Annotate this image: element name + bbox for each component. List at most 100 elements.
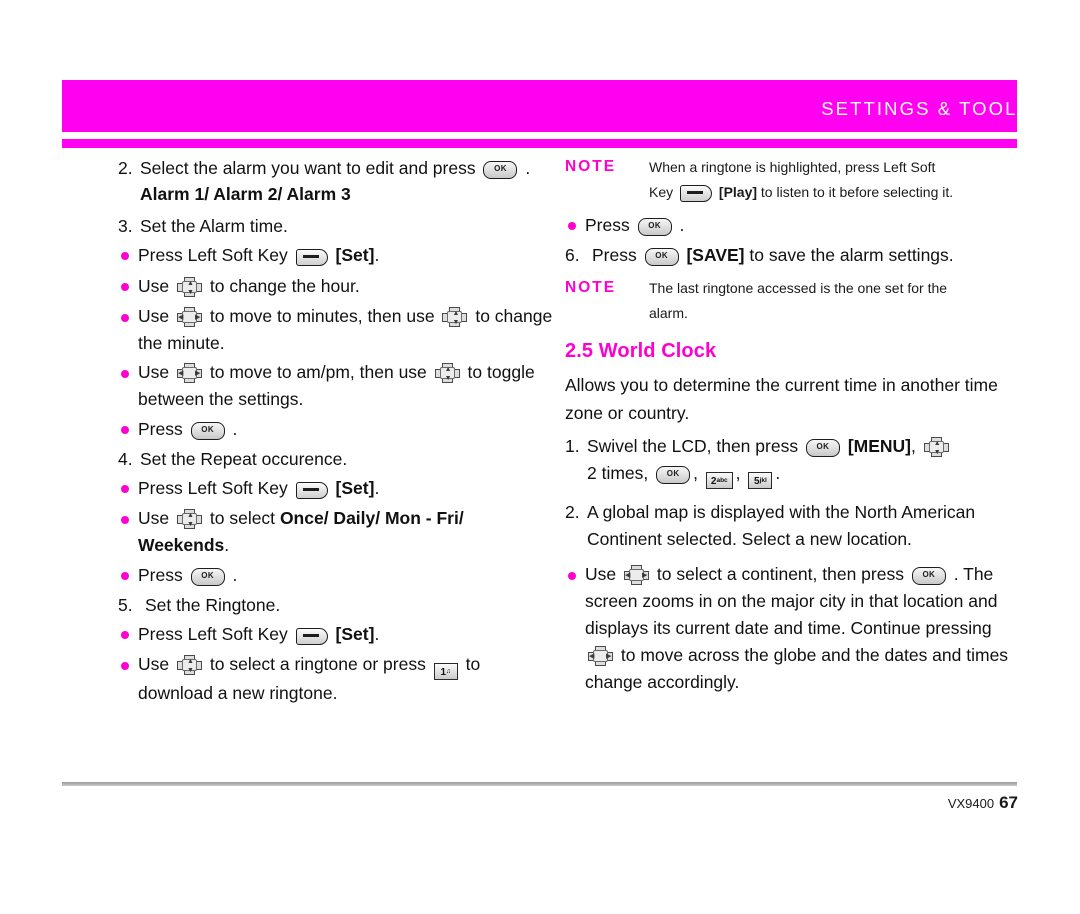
bullet-move-minutes: Use ◀ ▶ to move to minutes, then use ▲ ▼ t… xyxy=(118,303,558,357)
bullet-select-continent: Use ◀ ▶ to select a continent, then press… xyxy=(565,561,1020,696)
left-soft-key-icon xyxy=(295,249,328,266)
ok-key-icon xyxy=(644,248,679,266)
step-6: 6. Press [SAVE] to save the alarm settin… xyxy=(565,242,1020,268)
bullet-5-text-b: . xyxy=(232,419,238,439)
page-title: SETTINGS & TOOLS xyxy=(821,98,1032,119)
bullet-press-soft-key-set-2: Press Left Soft Key [Set]. xyxy=(118,474,558,503)
step-4-text: Set the Repeat occurence. xyxy=(140,449,348,469)
step-2-text-b: . xyxy=(525,158,531,178)
wc-step-1-sep-1: , xyxy=(693,463,699,483)
bullet-2-text-a: Use xyxy=(138,276,170,296)
model-name: VX9400 xyxy=(947,796,995,811)
bullet-1-text-b: . xyxy=(374,245,380,265)
bullet-select-repeat: Use ▲ ▼ to select Once/ Daily/ Mon - Fri/… xyxy=(118,505,558,559)
play-label: [Play] xyxy=(718,184,758,200)
left-soft-key-icon xyxy=(295,628,328,645)
step-4-number: 4. xyxy=(118,449,133,469)
bullet-dot xyxy=(565,211,585,240)
bullet-dot xyxy=(118,505,138,534)
bullet-dot xyxy=(118,415,138,444)
bullet-9-text-b: . xyxy=(374,624,380,644)
bullet-4-text-b: to move to am/pm, then use xyxy=(209,362,427,382)
step-2-number: 2. xyxy=(118,158,133,178)
repeat-options-2: Weekends xyxy=(138,535,225,555)
right-column: NOTE When a ringtone is highlighted, pre… xyxy=(565,155,1020,698)
wc-step-1-text-b: 2 times, xyxy=(587,463,649,483)
note-block-2: NOTE The last ringtone accessed is the o… xyxy=(565,276,1020,326)
wc-step-2: 2. A global map is displayed with the No… xyxy=(565,499,1020,553)
step-6-number: 6. xyxy=(565,245,580,265)
set-label-1: [Set] xyxy=(335,245,375,265)
wc-step-1-end: . xyxy=(775,463,781,483)
bullet-7-text-b: to select xyxy=(209,508,276,528)
step-4: 4. Set the Repeat occurence. xyxy=(118,446,558,472)
keypad-5jkl-icon: 5jkl xyxy=(748,472,773,489)
note-2-line-2: alarm. xyxy=(649,305,688,321)
repeat-options-1: Once/ Daily/ Mon - Fri/ xyxy=(279,508,464,528)
bullet-dot xyxy=(118,272,138,301)
note-2-line-1: The last ringtone accessed is the one se… xyxy=(649,280,948,296)
step-6-text-a: Press xyxy=(592,245,637,265)
nav-pad-up-down-icon: ▲ ▼ xyxy=(434,363,460,383)
manual-page: SETTINGS & TOOLS 2. Select the alarm you… xyxy=(0,0,1080,914)
bullet-dot xyxy=(118,474,138,503)
nav-pad-up-down-icon: ▲ ▼ xyxy=(923,437,949,457)
bullet-3-text-b: to move to minutes, then use xyxy=(209,306,435,326)
header-rule xyxy=(62,139,1017,148)
bullet-dot xyxy=(118,303,138,332)
right-bullet-2-b: to select a continent, then press xyxy=(656,564,904,584)
bullet-press-ok-3: Press . xyxy=(565,211,1020,240)
right-bullet-1-b: . xyxy=(679,215,685,235)
bullet-1-text-a: Press Left Soft Key xyxy=(138,245,288,265)
nav-pad-left-right-icon: ◀ ▶ xyxy=(588,646,613,666)
ok-key-icon xyxy=(190,422,225,440)
nav-pad-up-down-icon: ▲ ▼ xyxy=(177,655,202,675)
right-bullet-2-a: Use xyxy=(585,564,617,584)
note-1-line-1: When a ringtone is highlighted, press Le… xyxy=(649,159,936,175)
bullet-6-text-a: Press Left Soft Key xyxy=(138,478,288,498)
wc-step-1-comma: , xyxy=(911,436,916,456)
bullet-7-text-a: Use xyxy=(138,508,170,528)
bullet-8-text-b: . xyxy=(232,565,238,585)
wc-step-2-number: 2. xyxy=(565,502,580,522)
section-heading: 2.5 World Clock xyxy=(565,340,717,362)
bullet-4-text-a: Use xyxy=(138,362,170,382)
right-bullet-2-d: to move across the globe and the dates a… xyxy=(585,645,1009,692)
keypad-1-icon: 1♫ xyxy=(433,663,458,680)
step-3: 3. Set the Alarm time. xyxy=(118,213,558,239)
menu-label: [MENU] xyxy=(847,436,912,456)
left-soft-key-icon xyxy=(680,185,713,202)
page-number: 67 xyxy=(999,793,1018,812)
save-label: [SAVE] xyxy=(686,245,745,265)
bullet-dot xyxy=(118,561,138,590)
bullet-3-text-a: Use xyxy=(138,306,170,326)
note-block-1: NOTE When a ringtone is highlighted, pre… xyxy=(565,155,1020,205)
bullet-dot xyxy=(565,561,585,590)
bullet-8-text-a: Press xyxy=(138,565,183,585)
bullet-change-hour: Use ▲ ▼ to change the hour. xyxy=(118,272,558,301)
bullet-2-text-b: to change the hour. xyxy=(209,276,360,296)
ok-key-icon xyxy=(656,466,691,484)
nav-pad-up-down-icon: ▲ ▼ xyxy=(442,307,468,327)
wc-step-1-sep-2: , xyxy=(735,463,741,483)
keypad-2abc-icon: 2abc xyxy=(705,472,733,489)
bullet-select-ringtone: Use ▲ ▼ to select a ringtone or press 1♫ … xyxy=(118,651,558,707)
nav-pad-up-down-icon: ▲ ▼ xyxy=(177,509,202,529)
ok-key-icon xyxy=(805,439,840,457)
step-3-number: 3. xyxy=(118,216,133,236)
section-intro: Allows you to determine the current time… xyxy=(565,375,998,423)
footer: VX9400 67 xyxy=(948,793,1018,813)
bullet-move-ampm: Use ◀ ▶ to move to am/pm, then use ▲ ▼ to … xyxy=(118,359,558,413)
bullet-press-soft-key-set-3: Press Left Soft Key [Set]. xyxy=(118,620,558,649)
note-1-line-2-a: Key xyxy=(649,184,674,200)
note-1-line-2-b: to listen to it before selecting it. xyxy=(760,184,954,200)
bullet-press-soft-key-set-1: Press Left Soft Key [Set]. xyxy=(118,241,558,270)
wc-step-1-number: 1. xyxy=(565,436,580,456)
footer-rule xyxy=(62,782,1017,786)
step-5-text: Set the Ringtone. xyxy=(145,595,281,615)
bullet-7-text-c: . xyxy=(224,535,230,555)
ok-key-icon xyxy=(190,568,225,586)
note-label: NOTE xyxy=(565,158,617,175)
nav-pad-left-right-icon: ◀ ▶ xyxy=(177,363,202,383)
ok-key-icon xyxy=(483,161,518,179)
